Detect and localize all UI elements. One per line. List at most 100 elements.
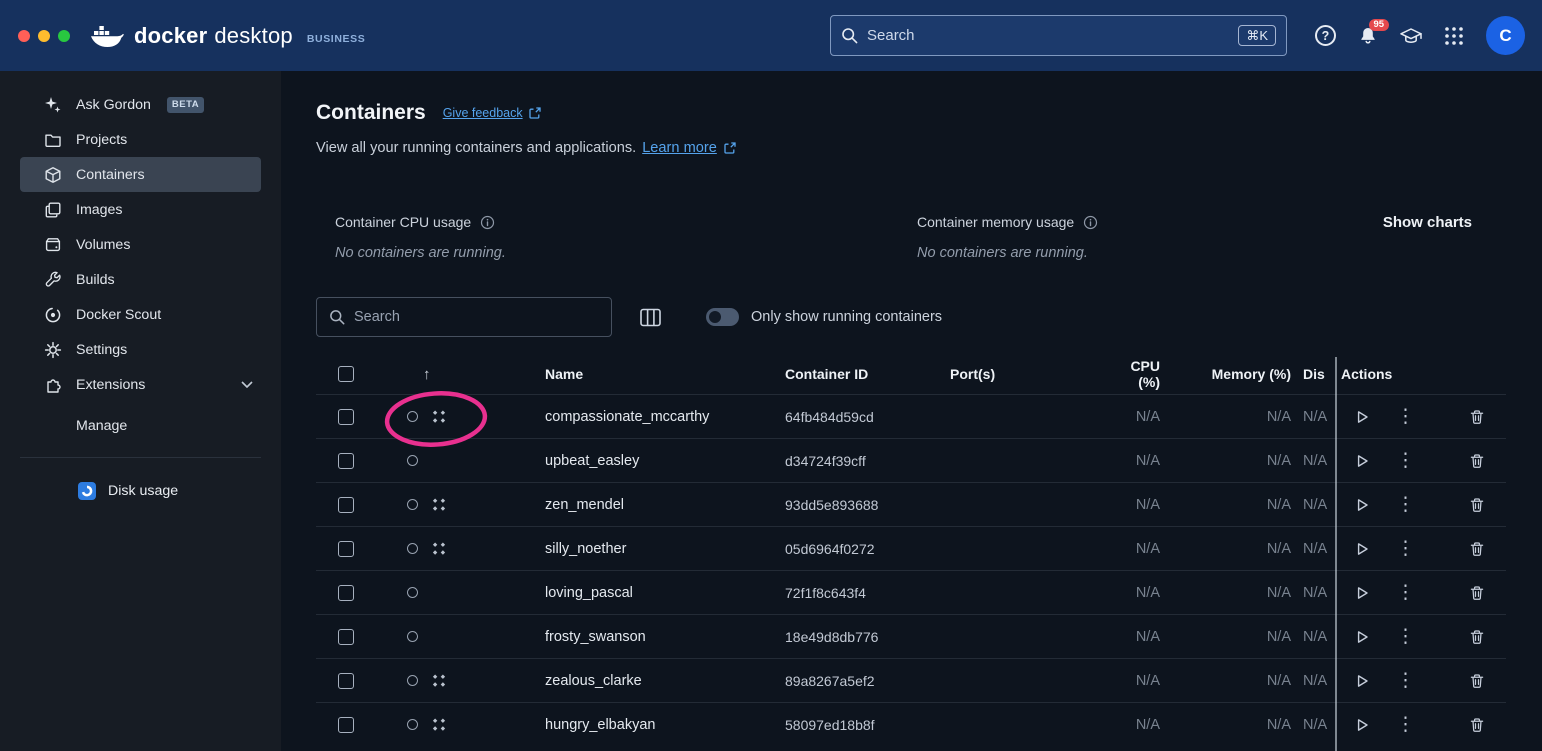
sidebar-item-extensions[interactable]: Extensions [20, 367, 261, 402]
container-id: 64fb484d59cd [785, 409, 950, 425]
container-name[interactable]: hungry_elbakyan [545, 717, 785, 733]
start-button[interactable] [1354, 629, 1370, 645]
container-name[interactable]: silly_noether [545, 541, 785, 557]
learning-center-icon[interactable] [1400, 27, 1422, 45]
sidebar-item-docker-scout[interactable]: Docker Scout [20, 297, 261, 332]
minimize-window-button[interactable] [38, 30, 50, 42]
sidebar-item-volumes[interactable]: Volumes [20, 227, 261, 262]
table-row[interactable]: compassionate_mccarthy 64fb484d59cd N/A … [316, 394, 1506, 438]
more-actions-button[interactable]: ⋮ [1396, 407, 1415, 426]
sidebar-item-manage[interactable]: Manage [20, 408, 261, 443]
info-icon[interactable] [480, 215, 495, 230]
global-search[interactable]: ⌘K [830, 15, 1287, 56]
container-name[interactable]: zen_mendel [545, 497, 785, 513]
container-id: 05d6964f0272 [785, 541, 950, 557]
header-memory[interactable]: Memory (%) [1166, 366, 1301, 382]
header-container-id[interactable]: Container ID [785, 366, 950, 382]
row-checkbox[interactable] [338, 497, 354, 513]
row-checkbox[interactable] [338, 453, 354, 469]
header-disk[interactable]: Dis [1301, 366, 1341, 382]
sidebar: Ask Gordon BETA Projects Containers Imag… [0, 71, 281, 751]
status-cell [376, 455, 545, 466]
more-actions-button[interactable]: ⋮ [1396, 539, 1415, 558]
sidebar-item-builds[interactable]: Builds [20, 262, 261, 297]
delete-button[interactable] [1469, 497, 1485, 513]
table-row[interactable]: hungry_elbakyan 58097ed18b8f N/A N/A N/A… [316, 702, 1506, 746]
container-name[interactable]: loving_pascal [545, 585, 785, 601]
container-memory: N/A [1166, 453, 1301, 469]
container-name[interactable]: zealous_clarke [545, 673, 785, 689]
more-actions-button[interactable]: ⋮ [1396, 495, 1415, 514]
folder-icon [44, 131, 62, 149]
row-checkbox[interactable] [338, 629, 354, 645]
global-search-input[interactable] [867, 27, 1229, 44]
row-checkbox[interactable] [338, 541, 354, 557]
cpu-usage-label: Container CPU usage [335, 214, 471, 230]
columns-icon[interactable] [640, 308, 661, 327]
give-feedback-label[interactable]: Give feedback [443, 106, 523, 120]
table-row[interactable]: silly_noether 05d6964f0272 N/A N/A N/A ⋮ [316, 526, 1506, 570]
notifications-button[interactable]: 95 [1358, 26, 1378, 46]
table-row[interactable]: zealous_clarke 89a8267a5ef2 N/A N/A N/A … [316, 658, 1506, 702]
start-button[interactable] [1354, 453, 1370, 469]
give-feedback-link[interactable]: Give feedback [443, 106, 541, 120]
start-button[interactable] [1354, 409, 1370, 425]
apps-grid-icon[interactable] [1444, 26, 1464, 46]
more-actions-button[interactable]: ⋮ [1396, 671, 1415, 690]
header-ports[interactable]: Port(s) [950, 366, 1106, 382]
more-actions-button[interactable]: ⋮ [1396, 627, 1415, 646]
container-name[interactable]: compassionate_mccarthy [545, 409, 785, 425]
sidebar-item-projects[interactable]: Projects [20, 122, 261, 157]
delete-button[interactable] [1469, 673, 1485, 689]
start-button[interactable] [1354, 717, 1370, 733]
delete-button[interactable] [1469, 629, 1485, 645]
table-row[interactable]: loving_pascal 72f1f8c643f4 N/A N/A N/A ⋮ [316, 570, 1506, 614]
running-only-toggle[interactable] [706, 308, 739, 326]
header-cpu[interactable]: CPU (%) [1106, 358, 1166, 390]
select-all-checkbox[interactable] [338, 366, 354, 382]
sidebar-item-images[interactable]: Images [20, 192, 261, 227]
delete-button[interactable] [1469, 541, 1485, 557]
container-search-input[interactable] [354, 309, 599, 325]
stopped-status-icon [407, 411, 418, 422]
start-button[interactable] [1354, 585, 1370, 601]
table-row[interactable]: frosty_swanson 18e49d8db776 N/A N/A N/A … [316, 614, 1506, 658]
table-row[interactable]: zen_mendel 93dd5e893688 N/A N/A N/A ⋮ [316, 482, 1506, 526]
row-checkbox[interactable] [338, 673, 354, 689]
container-name[interactable]: upbeat_easley [545, 453, 785, 469]
delete-button[interactable] [1469, 717, 1485, 733]
sort-ascending-icon[interactable]: ↑ [376, 366, 545, 383]
delete-button[interactable] [1469, 585, 1485, 601]
close-window-button[interactable] [18, 30, 30, 42]
help-icon[interactable]: ? [1315, 25, 1336, 46]
row-actions: ⋮ [1341, 407, 1506, 426]
delete-button[interactable] [1469, 409, 1485, 425]
sidebar-item-ask-gordon[interactable]: Ask Gordon BETA [20, 87, 261, 122]
avatar[interactable]: C [1486, 16, 1525, 55]
sidebar-item-disk-usage[interactable]: Disk usage [20, 474, 261, 508]
start-button[interactable] [1354, 673, 1370, 689]
brand-primary: docker [134, 23, 207, 49]
row-checkbox[interactable] [338, 585, 354, 601]
table-row[interactable]: upbeat_easley d34724f39cff N/A N/A N/A ⋮ [316, 438, 1506, 482]
show-charts-button[interactable]: Show charts [1383, 214, 1506, 261]
start-button[interactable] [1354, 541, 1370, 557]
row-checkbox[interactable] [338, 409, 354, 425]
more-actions-button[interactable]: ⋮ [1396, 583, 1415, 602]
more-actions-button[interactable]: ⋮ [1396, 451, 1415, 470]
search-shortcut-badge: ⌘K [1238, 25, 1276, 47]
container-name[interactable]: frosty_swanson [545, 629, 785, 645]
sidebar-item-settings[interactable]: Settings [20, 332, 261, 367]
sidebar-item-containers[interactable]: Containers [20, 157, 261, 192]
header-name[interactable]: Name [545, 366, 785, 382]
container-search[interactable] [316, 297, 612, 337]
status-cell [376, 631, 545, 642]
container-cpu: N/A [1106, 673, 1166, 689]
info-icon[interactable] [1083, 215, 1098, 230]
learn-more-link[interactable]: Learn more [642, 140, 717, 156]
delete-button[interactable] [1469, 453, 1485, 469]
start-button[interactable] [1354, 497, 1370, 513]
maximize-window-button[interactable] [58, 30, 70, 42]
row-checkbox[interactable] [338, 717, 354, 733]
more-actions-button[interactable]: ⋮ [1396, 715, 1415, 734]
